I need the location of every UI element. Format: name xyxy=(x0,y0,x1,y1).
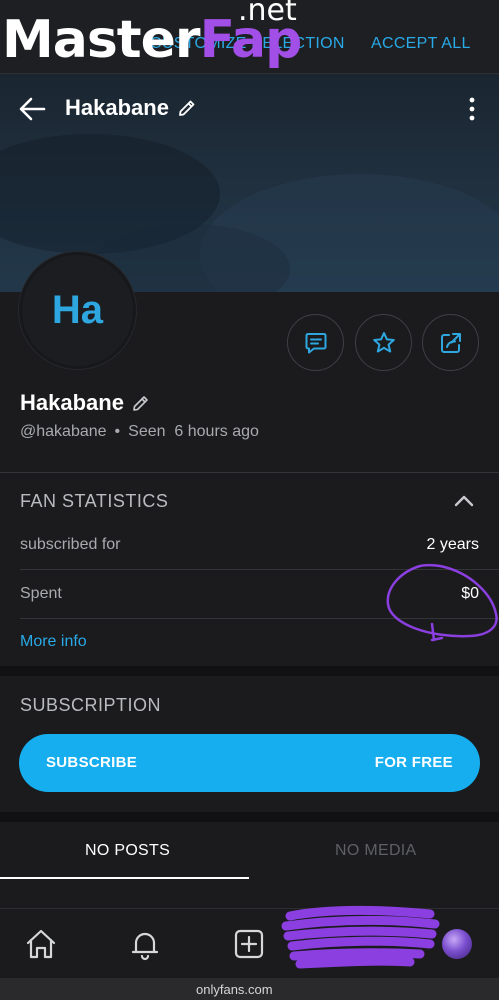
favorite-button[interactable] xyxy=(355,314,412,371)
seen-time: 6 hours ago xyxy=(174,423,259,440)
watermark-suffix: .net xyxy=(238,0,297,28)
back-arrow-icon[interactable] xyxy=(18,96,46,122)
fan-statistics-title: FAN STATISTICS xyxy=(20,491,169,511)
share-button[interactable] xyxy=(422,314,479,371)
active-tab-indicator xyxy=(0,877,249,879)
message-icon xyxy=(305,332,326,353)
message-button[interactable] xyxy=(287,314,344,371)
chevron-up-icon[interactable] xyxy=(452,492,476,508)
home-icon[interactable] xyxy=(24,927,58,961)
stat-label-spent: Spent xyxy=(20,585,62,602)
subscribe-button[interactable]: SUBSCRIBE FOR FREE xyxy=(19,734,480,792)
subscribe-price: FOR FREE xyxy=(374,754,453,771)
more-vertical-icon[interactable] xyxy=(462,96,482,122)
meta-separator: • xyxy=(114,423,121,440)
browser-url-bar[interactable]: onlyfans.com xyxy=(0,978,499,1000)
tab-media[interactable]: NO MEDIA xyxy=(335,842,417,860)
subscribe-label: SUBSCRIBE xyxy=(46,754,138,771)
profile-header: Hakabane xyxy=(0,74,499,142)
avatar-initials: Ha xyxy=(51,288,104,332)
stat-label-subscribed: subscribed for xyxy=(20,536,121,553)
pencil-icon[interactable] xyxy=(176,97,198,119)
watermark-logo: MasterFap .net xyxy=(0,0,310,82)
star-icon xyxy=(372,331,395,352)
accept-all-button[interactable]: ACCEPT ALL xyxy=(371,35,471,53)
section-separator xyxy=(0,666,499,676)
bell-icon[interactable] xyxy=(128,927,162,961)
section-separator xyxy=(0,812,499,822)
url-text: onlyfans.com xyxy=(196,982,273,997)
share-icon xyxy=(440,332,461,353)
divider xyxy=(0,472,499,473)
stat-value-subscribed: 2 years xyxy=(426,536,479,553)
edit-name-pencil-icon[interactable] xyxy=(131,393,151,413)
hand-drawn-circle xyxy=(386,563,498,642)
user-avatar[interactable] xyxy=(442,929,472,959)
profile-handle: @hakabane xyxy=(20,423,107,440)
seen-label: Seen xyxy=(128,423,166,440)
tab-posts[interactable]: NO POSTS xyxy=(85,842,170,860)
subscription-title: SUBSCRIPTION xyxy=(20,695,162,715)
more-info-link[interactable]: More info xyxy=(20,633,87,651)
watermark-main: Master xyxy=(2,10,201,70)
header-title: Hakabane xyxy=(65,95,169,120)
avatar[interactable]: Ha xyxy=(19,252,136,369)
redaction-scribble xyxy=(281,905,440,969)
add-square-icon[interactable] xyxy=(232,927,266,961)
profile-name: Hakabane xyxy=(20,390,124,415)
profile-meta: @hakabane • Seen 6 hours ago xyxy=(20,423,259,441)
